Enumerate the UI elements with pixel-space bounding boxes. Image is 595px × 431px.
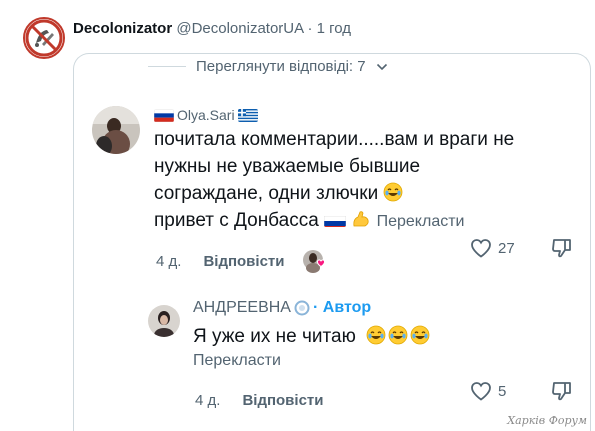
reply-time: 4 д. bbox=[195, 392, 221, 409]
greece-flag-icon bbox=[237, 108, 258, 122]
reply-button[interactable]: Відповісти bbox=[203, 253, 284, 270]
verified-circle-icon bbox=[294, 300, 310, 316]
heart-icon bbox=[471, 239, 491, 258]
dislike-button[interactable] bbox=[550, 379, 574, 403]
no-symbol-logo-icon bbox=[25, 19, 63, 57]
heart-icon bbox=[471, 382, 491, 401]
reply-time: 4 д. bbox=[156, 252, 182, 270]
olya-username-label: Olya.Sari bbox=[177, 107, 235, 123]
creator-liked-badge bbox=[302, 249, 328, 273]
reply1-actions: 4 д. Відповісти bbox=[156, 249, 328, 273]
divider-line bbox=[148, 66, 186, 67]
reply-button[interactable]: Відповісти bbox=[242, 392, 323, 409]
reply2-text: Я уже их не читаю bbox=[193, 324, 431, 349]
andreevna-username-label: АНДРЕЕВНА bbox=[193, 299, 291, 316]
like-count: 27 bbox=[498, 239, 515, 257]
author-badge: · Автор bbox=[312, 299, 372, 316]
watermark: Харків Форум bbox=[507, 414, 587, 427]
avatar-olya[interactable] bbox=[92, 106, 140, 154]
laughing-face-icon bbox=[366, 325, 430, 345]
laughing-face-icon bbox=[384, 182, 403, 202]
avatar-decolonizator[interactable] bbox=[23, 17, 65, 59]
reply-text-line-with-emoji: привет с Донбасса Перекласти bbox=[154, 207, 574, 235]
reply-text-line: почитала комментарии.....вам и враги не bbox=[154, 129, 515, 150]
view-replies-label: Переглянути відповіді: 7 bbox=[196, 58, 366, 75]
like-count: 5 bbox=[498, 382, 507, 400]
quoted-screenshot-card[interactable]: Переглянути відповіді: 7 Olya.Sari почит… bbox=[73, 53, 591, 431]
chevron-down-icon bbox=[376, 63, 387, 70]
user-photo-icon bbox=[148, 305, 180, 337]
reply-text: почитала комментарии.....вам и враги не … bbox=[154, 126, 574, 235]
reply-text-line: нужны не уважаемые бывшие bbox=[154, 156, 421, 177]
reply-text-line: привет с Донбасса bbox=[154, 210, 319, 231]
author-name[interactable]: Decolonizator bbox=[73, 20, 172, 37]
like-button[interactable]: 5 bbox=[469, 379, 506, 403]
russia-flag-icon bbox=[324, 212, 347, 227]
flexed-biceps-icon bbox=[353, 211, 369, 227]
author-meta[interactable]: @DecolonizatorUA · 1 год bbox=[176, 20, 351, 37]
russia-flag-icon bbox=[154, 108, 174, 122]
like-button[interactable]: 27 bbox=[469, 236, 515, 260]
view-replies-button[interactable]: Переглянути відповіді: 7 bbox=[148, 58, 388, 75]
creator-heart-avatar-icon bbox=[303, 250, 326, 273]
reply2-actions: 4 д. Відповісти bbox=[195, 392, 323, 409]
reply-username[interactable]: Olya.Sari bbox=[154, 107, 258, 123]
user-photo-icon bbox=[92, 106, 140, 154]
dislike-icon bbox=[552, 382, 571, 401]
avatar-andreevna[interactable] bbox=[148, 305, 180, 337]
dislike-icon bbox=[552, 239, 571, 258]
reply2-username[interactable]: АНДРЕЕВНА · Автор bbox=[193, 299, 371, 317]
translate-link[interactable]: Перекласти bbox=[193, 352, 281, 370]
reply-text-line: сограждане, одни злючки bbox=[154, 183, 379, 204]
translate-link[interactable]: Перекласти bbox=[377, 213, 465, 230]
reply-text-line-with-emoji: сограждане, одни злючки bbox=[154, 180, 574, 207]
dislike-button[interactable] bbox=[550, 236, 574, 260]
post-header: Decolonizator @DecolonizatorUA · 1 год bbox=[73, 20, 351, 38]
reply2-text-content: Я уже их не читаю bbox=[193, 326, 356, 347]
